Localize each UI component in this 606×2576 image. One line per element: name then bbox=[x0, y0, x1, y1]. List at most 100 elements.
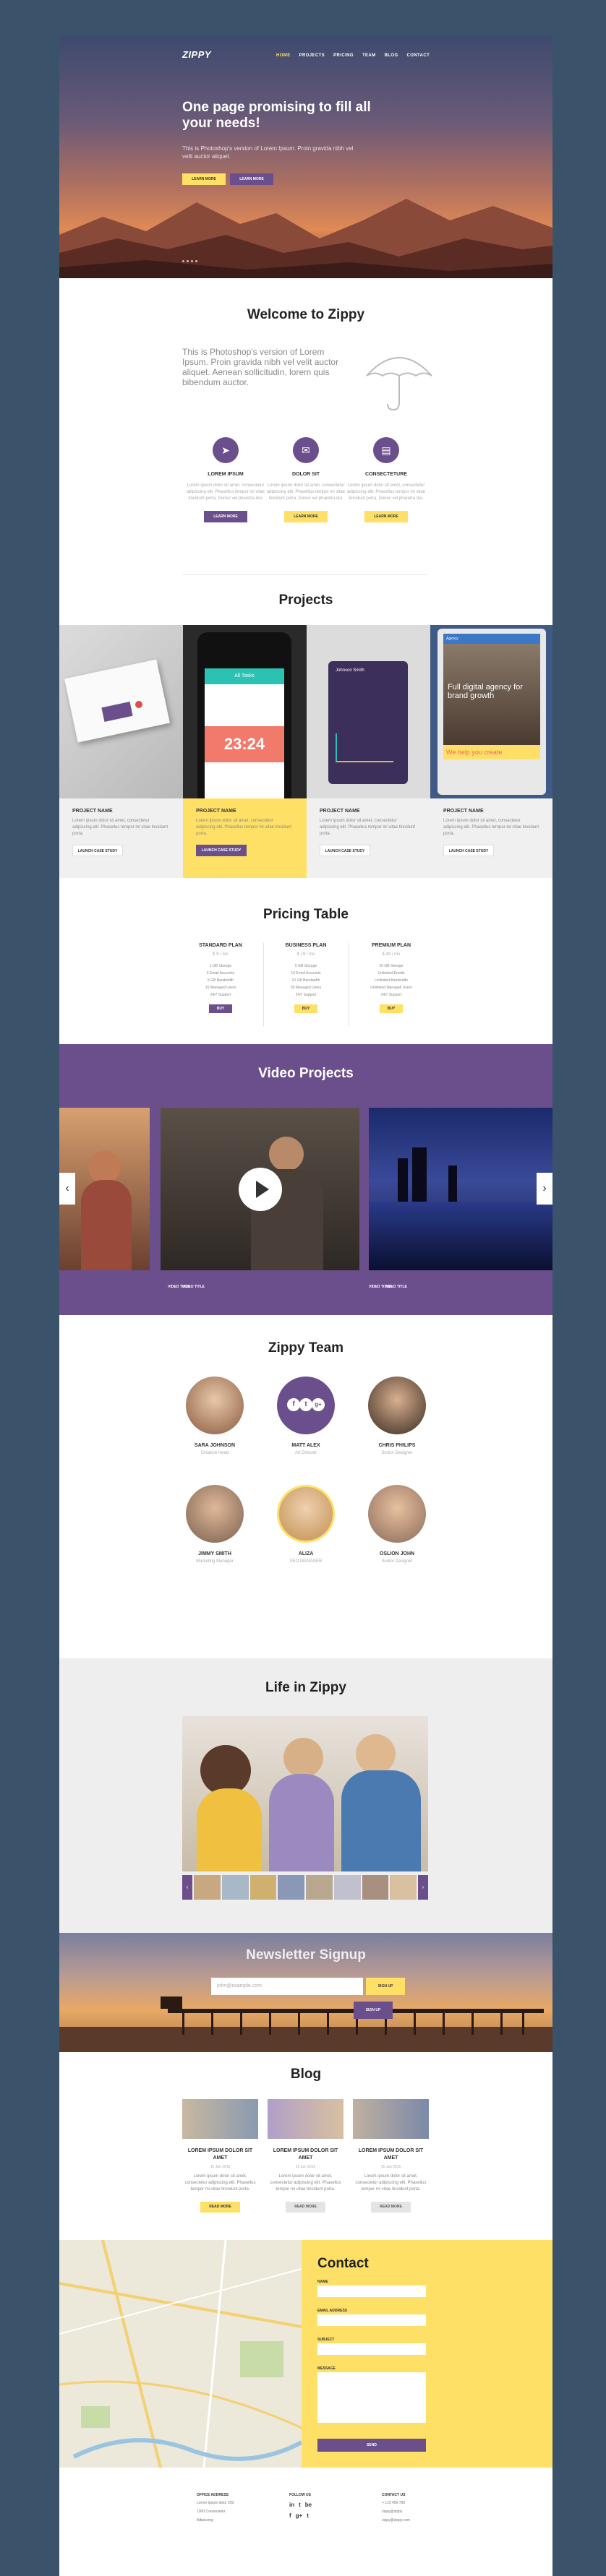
message-field[interactable] bbox=[317, 2372, 426, 2423]
blog-post-title[interactable]: LOREM IPSUM DOLOR SIT AMET bbox=[182, 2148, 258, 2162]
facebook-icon[interactable]: f bbox=[287, 1398, 300, 1411]
google-plus-icon[interactable]: g+ bbox=[312, 1398, 325, 1411]
nav-team[interactable]: TEAM bbox=[362, 53, 376, 58]
gallery-thumbnail[interactable] bbox=[390, 1875, 417, 1900]
blog-post-excerpt: Lorem ipsum dolor sit amet, consectetur … bbox=[184, 2174, 256, 2192]
avatar bbox=[186, 1485, 244, 1543]
buy-button[interactable]: BUY bbox=[380, 1004, 403, 1013]
project-card-4[interactable]: Agency Full digital agency for brand gro… bbox=[430, 625, 552, 878]
gallery-thumbnail[interactable] bbox=[278, 1875, 304, 1900]
footer-contact-line[interactable]: zippy@zippy bbox=[382, 2509, 461, 2515]
plan-name: PREMIUM PLAN bbox=[371, 943, 411, 948]
buy-button[interactable]: BUY bbox=[209, 1004, 232, 1013]
read-more-button[interactable]: READ MORE bbox=[200, 2202, 240, 2213]
project-text: Lorem ipsum dolor sit amet, consectetur … bbox=[72, 819, 168, 836]
feature-1: ➤ LOREM IPSUM Lorem ipsum dolor sit amet… bbox=[186, 437, 265, 522]
mail-icon: ✉ bbox=[293, 437, 319, 463]
email-label: EMAIL ADDRESS bbox=[317, 2309, 348, 2313]
blog-image[interactable] bbox=[353, 2099, 429, 2139]
newsletter-email-input[interactable]: john@example.com bbox=[211, 1978, 363, 1995]
play-button[interactable] bbox=[238, 1167, 282, 1211]
footer-office-line: 1000 Consectetur bbox=[197, 2510, 226, 2514]
blog-image[interactable] bbox=[268, 2099, 343, 2139]
read-more-button[interactable]: READ MORE bbox=[371, 2202, 411, 2213]
nav-projects[interactable]: PROJECTS bbox=[299, 53, 325, 58]
gallery-prev-arrow[interactable]: ‹ bbox=[182, 1875, 192, 1900]
location-map[interactable] bbox=[59, 2240, 302, 2468]
buy-button[interactable]: BUY bbox=[294, 1004, 317, 1013]
plan-name: STANDARD PLAN bbox=[199, 943, 242, 948]
gallery-thumbnail[interactable] bbox=[194, 1875, 221, 1900]
project-image-dashboard: Johnson Smith bbox=[307, 625, 430, 798]
video-thumbnail-3[interactable] bbox=[369, 1108, 552, 1270]
email-field[interactable] bbox=[317, 2314, 426, 2326]
gallery-thumbnail[interactable] bbox=[249, 1875, 277, 1900]
blog-image[interactable] bbox=[182, 2099, 258, 2139]
gallery-thumbnail[interactable] bbox=[306, 1875, 333, 1900]
video-prev-arrow[interactable]: ‹ bbox=[59, 1173, 75, 1205]
footer-office: OFFICE ADDRESS Lorem Ipsum dolor 250 100… bbox=[197, 2493, 276, 2523]
feature-learn-more-button[interactable]: LEARN MORE bbox=[364, 511, 408, 522]
blog-post-1: LOREM IPSUM DOLOR SIT AMET 15 Jan 2015 L… bbox=[182, 2099, 258, 2213]
project-card-3[interactable]: Johnson Smith PROJECT NAME Lorem ipsum d… bbox=[307, 625, 430, 878]
feature-learn-more-button[interactable]: LEARN MORE bbox=[284, 511, 328, 522]
newsletter-signup-button-alt[interactable]: SIGN UP bbox=[354, 2002, 393, 2019]
launch-case-study-button[interactable]: LAUNCH CASE STUDY bbox=[196, 845, 247, 856]
launch-case-study-button[interactable]: LAUNCH CASE STUDY bbox=[443, 845, 494, 856]
footer-contact: CONTACT US + 123 456 789 zippy@zippy zip… bbox=[382, 2493, 461, 2523]
tumblr-icon[interactable]: t bbox=[307, 2512, 309, 2519]
blog-post-excerpt: Lorem ipsum dolor sit amet, consectetur … bbox=[355, 2174, 427, 2192]
welcome-text: This is Photoshop's version of Lorem Ips… bbox=[182, 347, 339, 387]
video-next-arrow[interactable]: › bbox=[537, 1173, 552, 1205]
blog-post-title[interactable]: LOREM IPSUM DOLOR SIT AMET bbox=[353, 2148, 429, 2162]
launch-case-study-button[interactable]: LAUNCH CASE STUDY bbox=[72, 845, 123, 856]
project-card-2[interactable]: All Tasks 23:24 PROJECT NAME Lorem ipsum… bbox=[183, 625, 307, 878]
behance-icon[interactable]: be bbox=[305, 2502, 312, 2508]
gallery-thumbnail[interactable] bbox=[362, 1875, 389, 1900]
member-name: MATT ALEX bbox=[291, 1443, 320, 1448]
twitter-icon[interactable]: t bbox=[299, 2502, 301, 2508]
document-icon: ▤ bbox=[373, 437, 399, 463]
blog-post-date: 15 Jan 2015 bbox=[380, 2165, 401, 2169]
subject-field[interactable] bbox=[317, 2343, 426, 2355]
blog-post-title[interactable]: LOREM IPSUM DOLOR SIT AMET bbox=[268, 2148, 343, 2162]
project-card-1[interactable]: PROJECT NAME Lorem ipsum dolor sit amet,… bbox=[59, 625, 183, 878]
nav-home[interactable]: HOME bbox=[276, 53, 291, 58]
project-image-tablet: Agency Full digital agency for brand gro… bbox=[430, 625, 552, 798]
main-nav: HOME PROJECTS PRICING TEAM BLOG CONTACT bbox=[276, 53, 430, 58]
gallery-next-arrow[interactable]: › bbox=[418, 1875, 428, 1900]
launch-case-study-button[interactable]: LAUNCH CASE STUDY bbox=[320, 845, 370, 856]
life-gallery-image[interactable] bbox=[182, 1716, 428, 1871]
send-button[interactable]: SEND bbox=[317, 2439, 426, 2452]
member-name: JIMMY SMITH bbox=[198, 1551, 231, 1556]
newsletter-signup-button[interactable]: SIGN UP bbox=[366, 1978, 405, 1995]
nav-contact[interactable]: CONTACT bbox=[407, 53, 430, 58]
blog-post-date: 15 Jan 2015 bbox=[295, 2165, 316, 2169]
video-projects-section: Video Projects ‹ › VIDEO TITLE VIDEO TIT… bbox=[59, 1044, 552, 1315]
hero-learn-more-button[interactable]: LEARN MORE bbox=[182, 173, 226, 185]
avatar-social-overlay: f t g+ bbox=[277, 1377, 335, 1434]
footer-contact-title: CONTACT US bbox=[382, 2493, 406, 2497]
slider-dots[interactable] bbox=[182, 260, 197, 262]
gallery-thumbnail[interactable] bbox=[333, 1875, 361, 1900]
member-role: Senior Designer bbox=[381, 1559, 413, 1564]
nav-pricing[interactable]: PRICING bbox=[333, 53, 354, 58]
footer-contact-line[interactable]: zippy@zippy.com bbox=[382, 2517, 461, 2523]
linkedin-icon[interactable]: in bbox=[289, 2502, 294, 2508]
feature-learn-more-button[interactable]: LEARN MORE bbox=[204, 511, 247, 522]
paper-plane-icon: ➤ bbox=[213, 437, 239, 463]
name-field[interactable] bbox=[317, 2286, 426, 2297]
google-plus-icon[interactable]: g+ bbox=[296, 2512, 303, 2519]
blog-post-3: LOREM IPSUM DOLOR SIT AMET 15 Jan 2015 L… bbox=[353, 2099, 429, 2213]
footer-office-line: Lorem Ipsum dolor 250 bbox=[197, 2501, 234, 2505]
read-more-button[interactable]: READ MORE bbox=[286, 2202, 325, 2213]
nav-blog[interactable]: BLOG bbox=[385, 53, 398, 58]
project-text: Lorem ipsum dolor sit amet, consectetur … bbox=[443, 819, 539, 836]
twitter-icon[interactable]: t bbox=[299, 1398, 312, 1411]
facebook-icon[interactable]: f bbox=[289, 2512, 291, 2519]
gallery-thumbnail[interactable] bbox=[221, 1875, 249, 1900]
footer-office-title: OFFICE ADDRESS bbox=[197, 2493, 229, 2497]
video-thumbnail-2[interactable] bbox=[161, 1108, 359, 1270]
logo[interactable]: ZIPPY bbox=[182, 49, 211, 60]
hero-secondary-button[interactable]: LEARN MORE bbox=[230, 173, 273, 185]
